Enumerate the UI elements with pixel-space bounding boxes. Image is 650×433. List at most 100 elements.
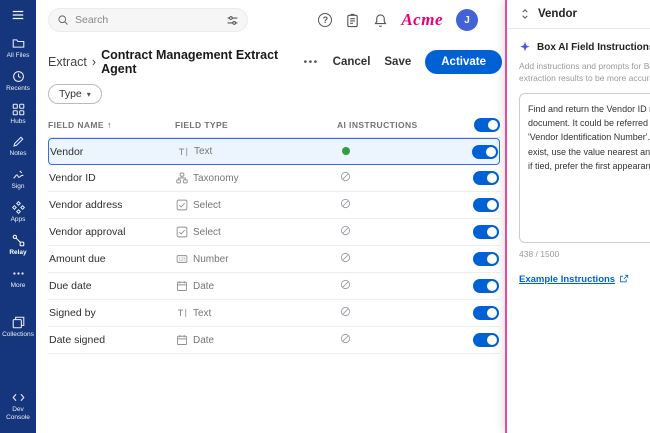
page-header: Extract › Contract Management Extract Ag…: [36, 40, 506, 82]
search-input[interactable]: [75, 14, 220, 26]
field-enabled-toggle[interactable]: [473, 279, 499, 293]
field-type-label: Date: [193, 335, 214, 346]
search-icon: [57, 14, 69, 26]
sidebar-item-recents[interactable]: Recents: [0, 70, 36, 93]
column-field-type[interactable]: FIELD TYPE: [175, 120, 337, 130]
clipboard-icon[interactable]: [345, 13, 360, 28]
relay-icon: [12, 234, 25, 247]
field-type-label: Select: [193, 200, 221, 211]
ai-instructions-textarea[interactable]: Find and return the Vendor ID number fro…: [519, 93, 650, 243]
clock-icon: [12, 70, 25, 83]
cancel-button[interactable]: Cancel: [333, 56, 371, 68]
table-row[interactable]: Vendor IDTaxonomy: [48, 165, 500, 192]
bell-icon[interactable]: [373, 13, 388, 28]
sidebar-item-label: Apps: [11, 216, 26, 224]
ai-instructions-status: [338, 306, 467, 320]
sidebar-item-collections[interactable]: Collections: [0, 316, 36, 339]
header-actions: ••• Cancel Save Activate: [304, 50, 502, 74]
svg-text:123: 123: [179, 257, 187, 262]
activate-button[interactable]: Activate: [425, 50, 502, 74]
ai-instructions-status: [338, 279, 467, 293]
field-type: 123Number: [176, 253, 338, 265]
field-detail-panel: Vendor Box AI Field Instructions Add ins…: [505, 0, 650, 433]
filter-sliders-icon[interactable]: [226, 14, 239, 27]
field-type: Select: [176, 199, 338, 211]
panel-header: Vendor: [507, 0, 650, 29]
ai-instructions-unset-icon: [340, 171, 351, 182]
sidebar-item-label: Notes: [10, 150, 27, 158]
search-bar[interactable]: [48, 8, 248, 32]
breadcrumb-extract[interactable]: Extract: [48, 55, 87, 69]
field-enabled-toggle[interactable]: [473, 198, 499, 212]
avatar[interactable]: J: [456, 9, 478, 31]
fields-table: FIELD NAME ↑ FIELD TYPE AI INSTRUCTIONS …: [36, 112, 500, 354]
table-row[interactable]: Signed byText: [48, 300, 500, 327]
field-enabled-toggle[interactable]: [473, 306, 499, 320]
panel-title: Vendor: [538, 8, 577, 20]
select-icon: [176, 226, 188, 238]
field-enabled-toggle[interactable]: [473, 225, 499, 239]
type-filter-chip[interactable]: Type ▾: [48, 84, 102, 104]
field-name: Amount due: [49, 253, 176, 265]
unfold-icon[interactable]: [519, 8, 531, 20]
field-enabled-toggle[interactable]: [473, 252, 499, 266]
type-filter-label: Type: [59, 88, 82, 100]
field-table-body: VendorTextVendor IDTaxonomyVendor addres…: [48, 138, 500, 354]
chevron-down-icon: ▾: [87, 90, 91, 99]
sidebar-item-more[interactable]: More: [0, 267, 36, 290]
sidebar-item-dev-console[interactable]: Dev Console: [0, 391, 36, 422]
external-link-icon: [619, 274, 629, 284]
table-row[interactable]: Vendor addressSelect: [48, 192, 500, 219]
field-type-label: Select: [193, 227, 221, 238]
master-toggle[interactable]: [474, 118, 500, 132]
sidebar-item-hubs[interactable]: Hubs: [0, 103, 36, 126]
hubs-icon: [12, 103, 25, 116]
table-row[interactable]: Due dateDate: [48, 273, 500, 300]
sidebar-item-sign[interactable]: Sign: [0, 168, 36, 191]
more-options-button[interactable]: •••: [304, 57, 319, 68]
panel-description: Add instructions and prompts for Box AI …: [519, 60, 650, 85]
field-enabled-toggle[interactable]: [472, 145, 498, 159]
date-icon: [176, 334, 188, 346]
save-button[interactable]: Save: [384, 56, 411, 68]
column-field-name[interactable]: FIELD NAME ↑: [48, 120, 175, 130]
help-icon[interactable]: ?: [318, 13, 332, 27]
ai-instructions-unset-icon: [340, 306, 351, 317]
sidebar-item-label: All Files: [7, 52, 30, 60]
sidebar-item-all-files[interactable]: All Files: [0, 37, 36, 60]
field-enabled-toggle[interactable]: [473, 171, 499, 185]
table-row[interactable]: Date signedDate: [48, 327, 500, 354]
table-row[interactable]: Amount due123Number: [48, 246, 500, 273]
sidebar-items: All Files Recents Hubs Notes Sign Apps Relay Mo…: [0, 32, 36, 427]
sidebar-item-label: Recents: [6, 85, 30, 93]
field-name: Due date: [49, 280, 176, 292]
more-icon: [12, 267, 25, 280]
sidebar-item-apps[interactable]: Apps: [0, 201, 36, 224]
menu-icon[interactable]: [11, 8, 25, 22]
field-type: Date: [176, 280, 338, 292]
sidebar-item-notes[interactable]: Notes: [0, 135, 36, 158]
ai-instructions-unset-icon: [340, 225, 351, 236]
column-toggle: [468, 118, 500, 132]
select-icon: [176, 199, 188, 211]
panel-body: Box AI Field Instructions Add instructio…: [507, 29, 650, 299]
table-header: FIELD NAME ↑ FIELD TYPE AI INSTRUCTIONS: [48, 112, 500, 138]
example-instructions-link[interactable]: Example Instructions: [519, 274, 629, 285]
ai-instructions-status: [338, 171, 467, 185]
ai-instructions-status: [338, 225, 467, 239]
ai-instructions-status: [338, 198, 467, 212]
column-ai-instructions[interactable]: AI INSTRUCTIONS: [337, 120, 468, 130]
app-root: All Files Recents Hubs Notes Sign Apps Relay Mo…: [0, 0, 650, 433]
topbar-right: ? Acme J: [318, 9, 478, 31]
dev-console-icon: [12, 391, 25, 404]
field-enabled-toggle[interactable]: [473, 333, 499, 347]
folder-icon: [12, 37, 25, 50]
ai-instructions-unset-icon: [340, 333, 351, 344]
sidebar-item-label: Relay: [9, 249, 26, 257]
table-row[interactable]: Vendor approvalSelect: [48, 219, 500, 246]
field-name: Vendor: [50, 146, 177, 158]
brand-logo[interactable]: Acme: [401, 10, 443, 30]
sidebar-item-relay[interactable]: Relay: [0, 234, 36, 257]
breadcrumb-separator: ›: [92, 55, 96, 69]
table-row[interactable]: VendorText: [48, 138, 500, 165]
